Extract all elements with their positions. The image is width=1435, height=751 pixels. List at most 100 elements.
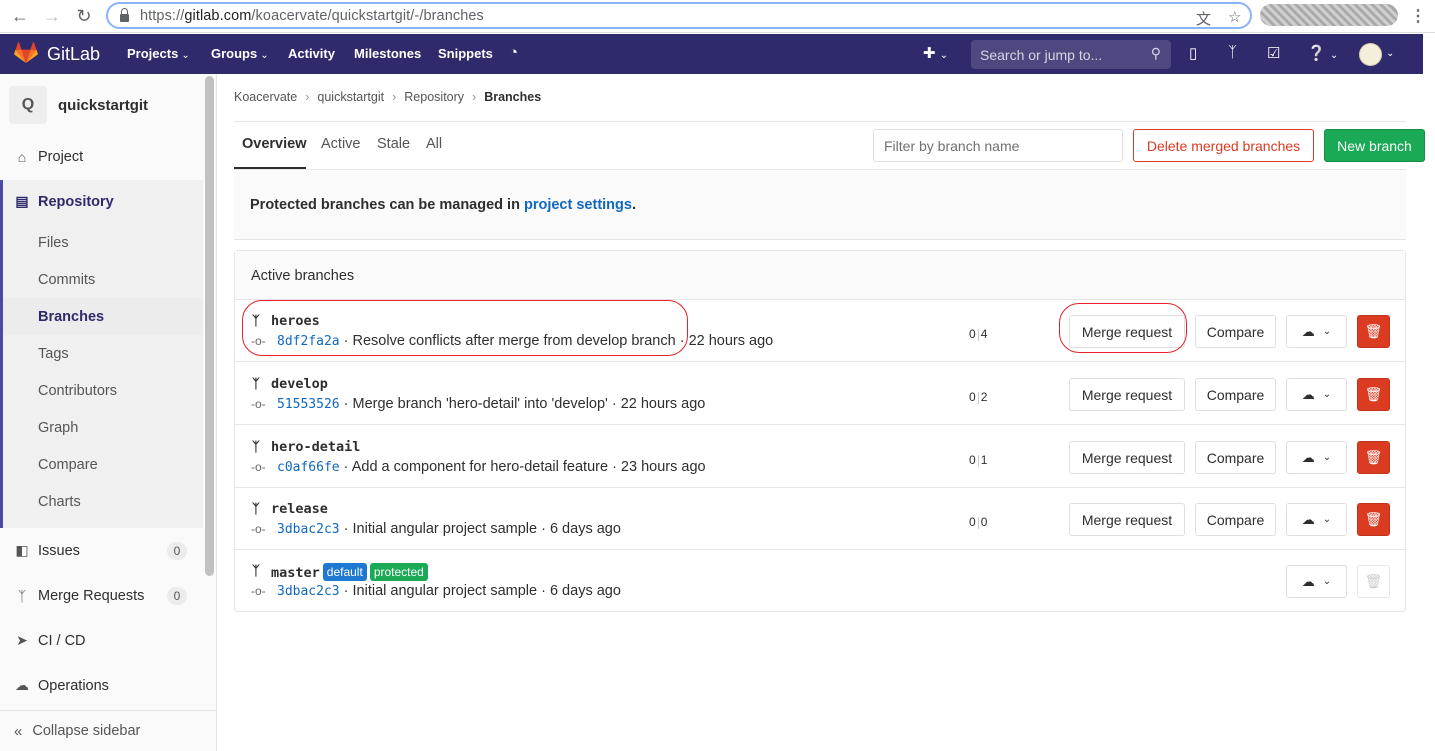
commit-icon: -o- bbox=[251, 584, 266, 598]
delete-merged-branches-button[interactable]: Delete merged branches bbox=[1133, 129, 1314, 162]
branch-name[interactable]: release bbox=[271, 501, 328, 517]
branch-row: ᛉ develop -o- 51553526 · Merge branch 'h… bbox=[235, 363, 1405, 425]
branch-name[interactable]: hero-detail bbox=[271, 439, 360, 455]
branch-icon: ᛉ bbox=[252, 439, 260, 454]
sidebar-item-merge-requests[interactable]: ᛉ Merge Requests 0 bbox=[0, 577, 203, 614]
compare-button[interactable]: Compare bbox=[1195, 503, 1276, 536]
commit-info: 3dbac2c3 · Initial angular project sampl… bbox=[277, 583, 621, 599]
gitlab-logo-icon[interactable] bbox=[14, 42, 38, 64]
nav-snippets[interactable]: Snippets bbox=[438, 46, 493, 61]
project-settings-link[interactable]: project settings bbox=[524, 197, 632, 213]
download-dropdown[interactable]: ☁ ⌄ bbox=[1286, 441, 1347, 474]
branch-filter-input[interactable]: Filter by branch name bbox=[873, 129, 1123, 162]
project-header[interactable]: Q quickstartgit bbox=[9, 86, 148, 124]
sidebar-item-graph[interactable]: Graph bbox=[0, 409, 203, 446]
branch-name[interactable]: heroes bbox=[271, 313, 320, 329]
tab-active[interactable]: Active bbox=[321, 136, 361, 152]
merge-requests-icon[interactable]: ᛉ bbox=[1228, 44, 1237, 61]
translate-icon[interactable]: 文 bbox=[1196, 8, 1211, 29]
delete-branch-button[interactable]: 🗑 bbox=[1357, 378, 1390, 411]
sidebar-item-commits[interactable]: Commits bbox=[0, 261, 203, 298]
sidebar-item-tags[interactable]: Tags bbox=[0, 335, 203, 372]
delete-branch-button[interactable]: 🗑 bbox=[1357, 441, 1390, 474]
commit-sha[interactable]: 51553526 bbox=[277, 397, 340, 412]
trash-icon: 🗑 bbox=[1364, 573, 1383, 589]
star-icon[interactable]: ☆ bbox=[1228, 8, 1241, 26]
branch-name: master default protected bbox=[271, 563, 428, 581]
plus-icon[interactable]: ✚ ⌄ bbox=[923, 44, 948, 62]
profile-chip[interactable] bbox=[1260, 4, 1398, 26]
commit-sha[interactable]: 3dbac2c3 bbox=[277, 522, 340, 537]
breadcrumb-repository[interactable]: Repository bbox=[404, 90, 464, 104]
nav-activity[interactable]: Activity bbox=[288, 46, 335, 61]
performance-bar-icon[interactable]: ◔ bbox=[509, 44, 518, 61]
sidebar-item-contributors[interactable]: Contributors bbox=[0, 372, 203, 409]
delete-branch-button[interactable]: 🗑 bbox=[1357, 503, 1390, 536]
tab-stale[interactable]: Stale bbox=[377, 136, 410, 152]
breadcrumb-project[interactable]: quickstartgit bbox=[317, 90, 384, 104]
collapse-sidebar-button[interactable]: « Collapse sidebar bbox=[0, 710, 217, 751]
sidebar-item-branches[interactable]: Branches bbox=[3, 298, 203, 335]
todos-icon[interactable]: ☑ bbox=[1267, 44, 1280, 62]
commit-sha[interactable]: 3dbac2c3 bbox=[277, 584, 340, 599]
tab-overview[interactable]: Overview bbox=[242, 136, 307, 152]
breadcrumb-group[interactable]: Koacervate bbox=[234, 90, 297, 104]
download-cloud-icon: ☁ bbox=[1301, 573, 1315, 589]
compare-button[interactable]: Compare bbox=[1195, 441, 1276, 474]
merge-request-button[interactable]: Merge request bbox=[1069, 503, 1185, 536]
reload-icon[interactable]: ↻ bbox=[72, 4, 96, 28]
commit-icon: -o- bbox=[251, 460, 266, 474]
brand-name[interactable]: GitLab bbox=[47, 44, 100, 65]
tab-all[interactable]: All bbox=[426, 136, 442, 152]
menu-icon[interactable]: ⋮ bbox=[1410, 6, 1426, 26]
sidebar-item-issues[interactable]: ◧ Issues 0 bbox=[0, 532, 203, 569]
branch-icon: ᛉ bbox=[252, 501, 260, 516]
back-icon[interactable]: ← bbox=[8, 4, 32, 28]
merge-request-button[interactable]: Merge request bbox=[1069, 315, 1185, 348]
download-dropdown[interactable]: ☁ ⌄ bbox=[1286, 565, 1347, 598]
search-input[interactable]: Search or jump to... ⚲ bbox=[971, 40, 1171, 69]
sidebar-item-repository[interactable]: ▤ Repository bbox=[3, 183, 206, 220]
merge-request-button[interactable]: Merge request bbox=[1069, 378, 1185, 411]
download-dropdown[interactable]: ☁ ⌄ bbox=[1286, 503, 1347, 536]
panel-header: Active branches bbox=[235, 251, 1405, 300]
download-cloud-icon: ☁ bbox=[1301, 386, 1315, 402]
delete-branch-button-disabled: 🗑 bbox=[1357, 565, 1390, 598]
sidebar-item-compare[interactable]: Compare bbox=[0, 446, 203, 483]
delete-branch-button[interactable]: 🗑 bbox=[1357, 315, 1390, 348]
sidebar-item-project[interactable]: ⌂ Project bbox=[0, 138, 203, 175]
chevron-down-icon: ⌄ bbox=[1322, 389, 1332, 400]
branch-icon: ᛉ bbox=[252, 313, 260, 328]
nav-projects[interactable]: Projects ⌄ bbox=[127, 46, 190, 61]
branch-name[interactable]: develop bbox=[271, 376, 328, 392]
commit-info: c0af66fe · Add a component for hero-deta… bbox=[277, 459, 706, 475]
help-icon[interactable]: ❔ ⌄ bbox=[1307, 44, 1338, 62]
merge-request-button[interactable]: Merge request bbox=[1069, 441, 1185, 474]
trash-icon: 🗑 bbox=[1364, 386, 1383, 402]
new-branch-button[interactable]: New branch bbox=[1324, 129, 1425, 162]
sidebar-item-cicd[interactable]: ➤ CI / CD bbox=[0, 622, 203, 659]
download-dropdown[interactable]: ☁ ⌄ bbox=[1286, 315, 1347, 348]
project-avatar: Q bbox=[9, 86, 47, 124]
sidebar-item-operations[interactable]: ☁ Operations bbox=[0, 667, 203, 704]
compare-button[interactable]: Compare bbox=[1195, 378, 1276, 411]
download-dropdown[interactable]: ☁ ⌄ bbox=[1286, 378, 1347, 411]
nav-groups[interactable]: Groups ⌄ bbox=[211, 46, 269, 61]
breadcrumb-current[interactable]: Branches bbox=[484, 90, 541, 104]
sidebar-scrollbar[interactable] bbox=[205, 76, 214, 576]
cloud-gear-icon: ☁ bbox=[15, 677, 29, 693]
trash-icon: 🗑 bbox=[1364, 323, 1383, 339]
sidebar-item-charts[interactable]: Charts bbox=[0, 483, 203, 520]
sidebar-toggle-icon[interactable]: ▯ bbox=[1189, 44, 1197, 62]
compare-button[interactable]: Compare bbox=[1195, 315, 1276, 348]
user-avatar[interactable] bbox=[1359, 43, 1382, 66]
sidebar-item-files[interactable]: Files bbox=[0, 224, 203, 261]
branch-row: ᛉ hero-detail -o- c0af66fe · Add a compo… bbox=[235, 426, 1405, 488]
chevron-down-icon[interactable]: ⌄ bbox=[1386, 48, 1394, 59]
address-bar[interactable]: https://gitlab.com/koacervate/quickstart… bbox=[106, 2, 1252, 29]
commit-sha[interactable]: c0af66fe bbox=[277, 460, 340, 475]
forward-icon[interactable]: → bbox=[40, 4, 64, 28]
nav-milestones[interactable]: Milestones bbox=[354, 46, 421, 61]
branch-icon: ᛉ bbox=[252, 376, 260, 391]
commit-sha[interactable]: 8df2fa2a bbox=[277, 334, 340, 349]
